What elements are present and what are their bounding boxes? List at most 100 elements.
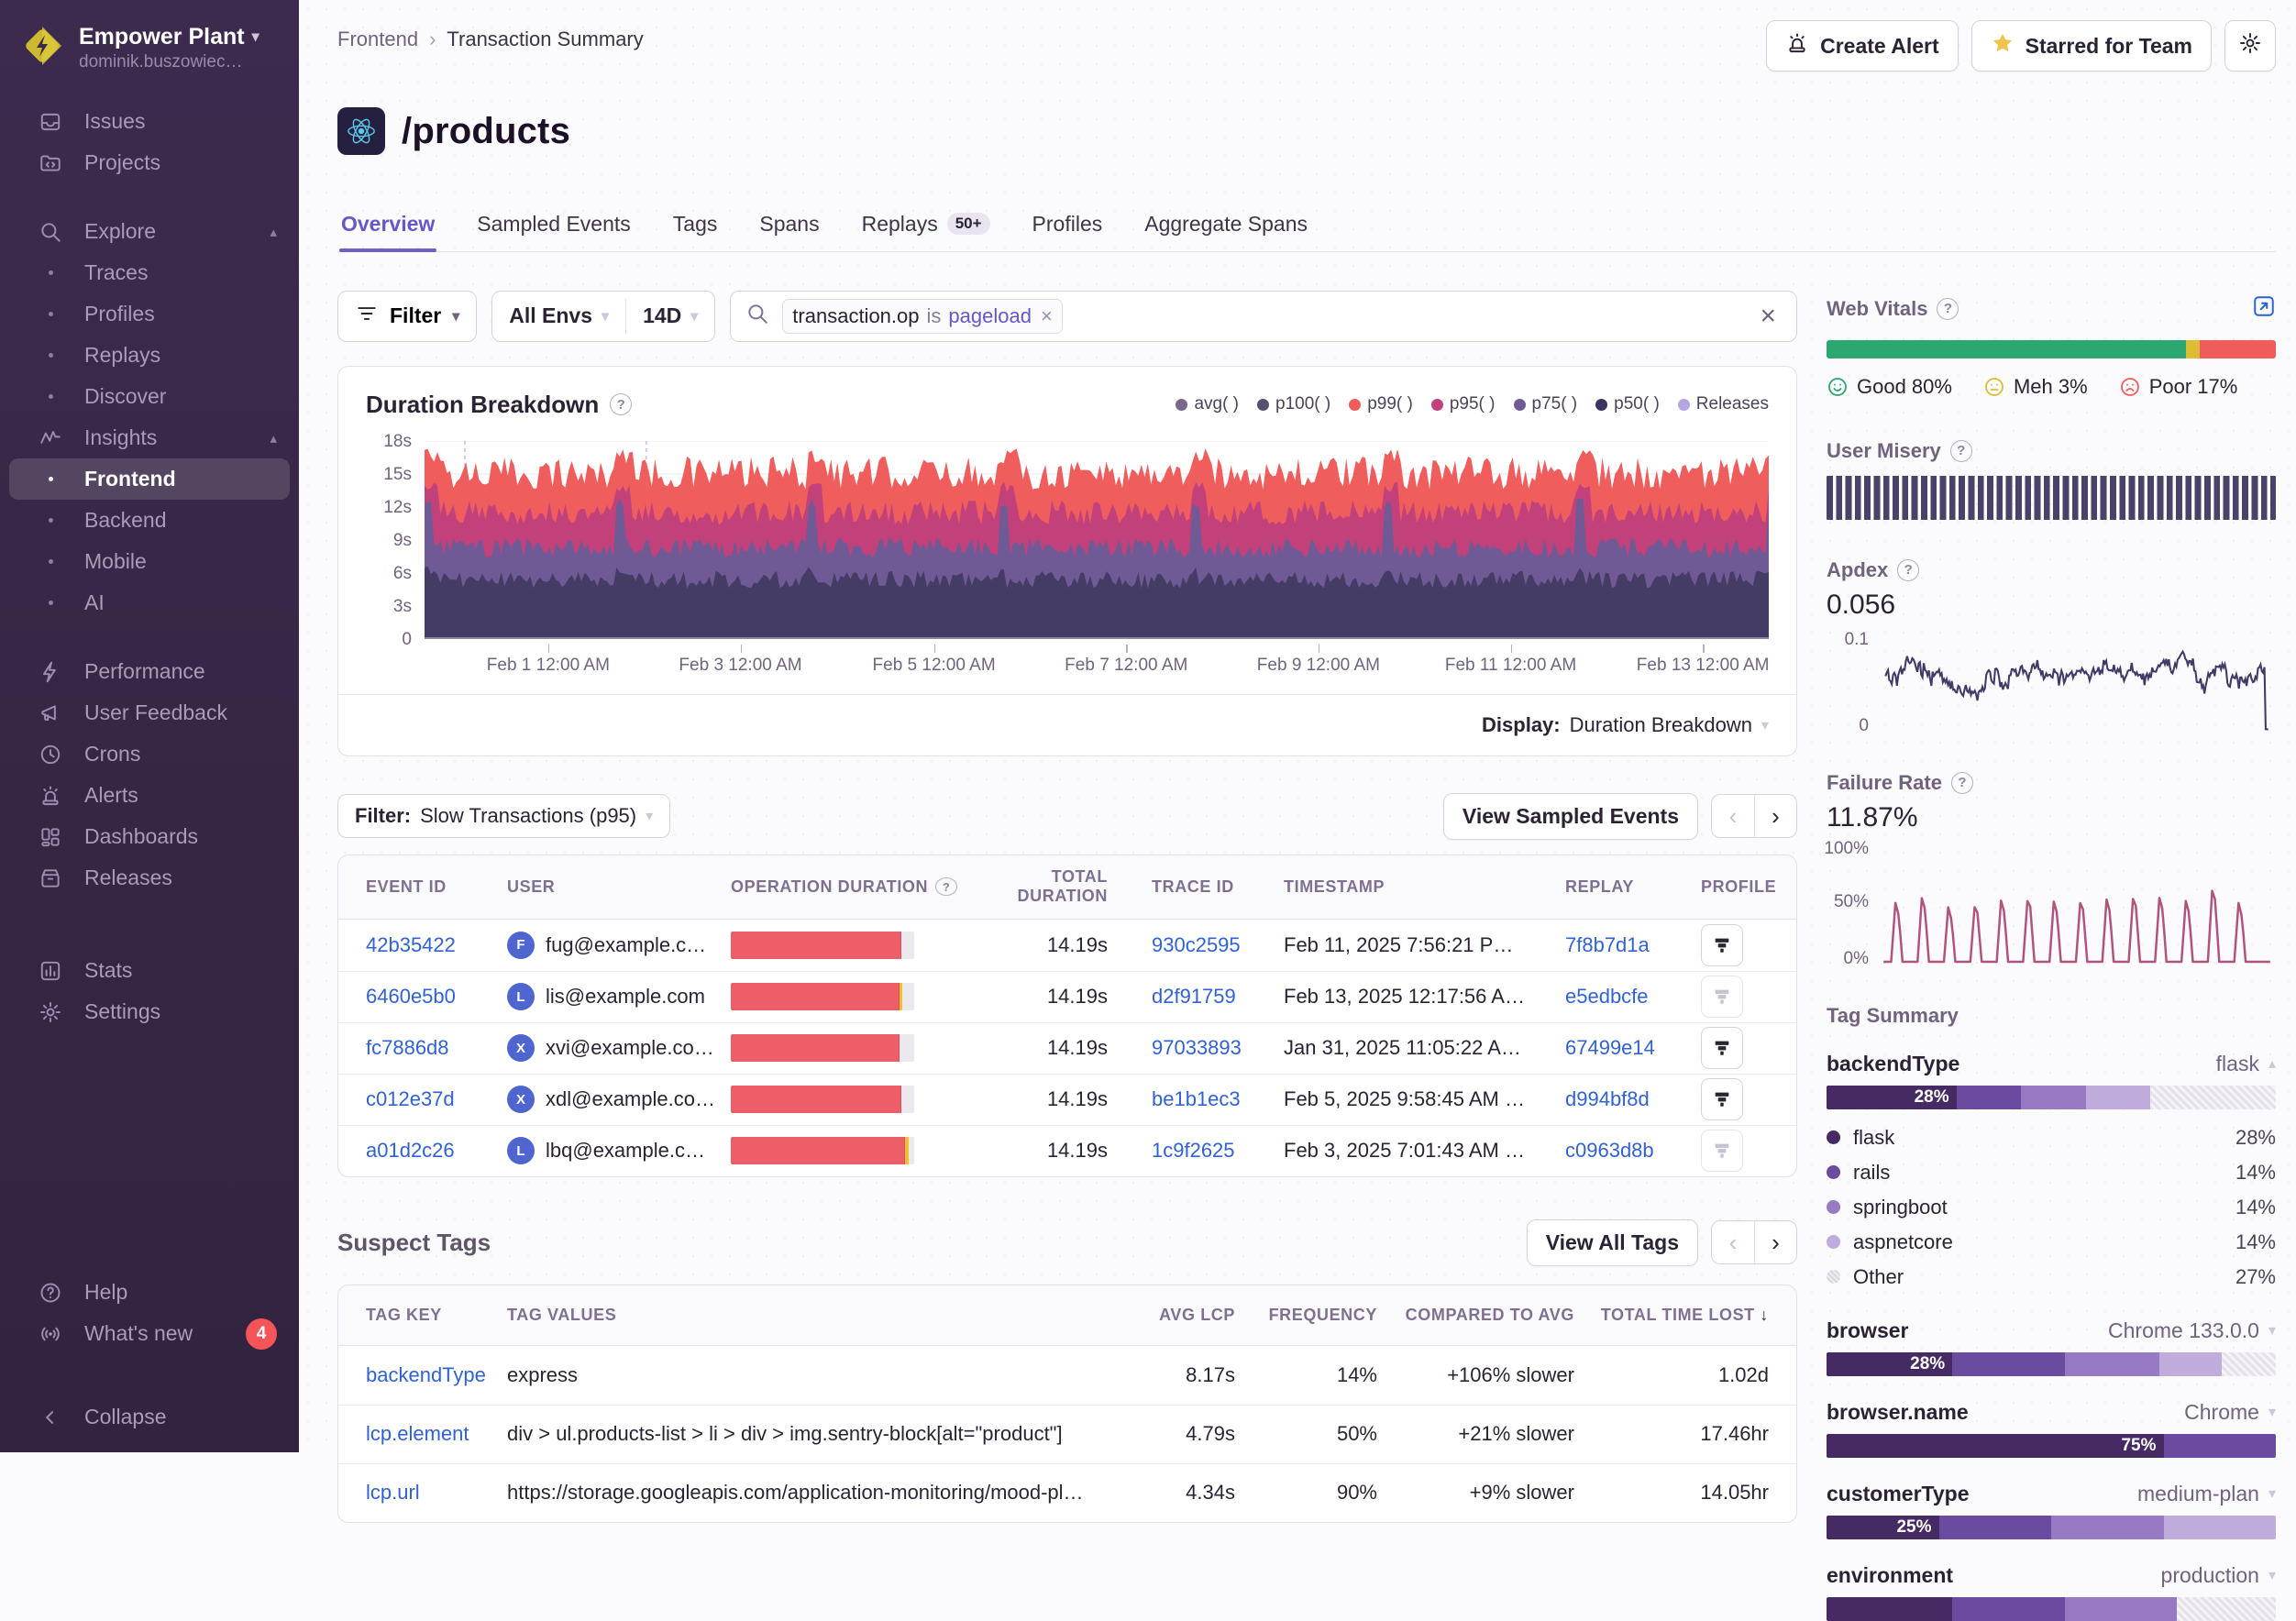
tab-tags[interactable]: Tags bbox=[671, 206, 720, 251]
tab-sampled-events[interactable]: Sampled Events bbox=[475, 206, 632, 251]
token-remove-icon[interactable]: × bbox=[1039, 304, 1053, 328]
event-id-link[interactable]: c012e37d bbox=[366, 1087, 455, 1110]
legend-item[interactable]: p75( ) bbox=[1514, 394, 1578, 414]
trace-id-link[interactable]: 1c9f2625 bbox=[1152, 1139, 1235, 1162]
sidebar-item-replays[interactable]: Replays bbox=[9, 335, 290, 376]
sidebar-item-stats[interactable]: Stats bbox=[9, 950, 290, 991]
replay-link[interactable]: 7f8b7d1a bbox=[1565, 933, 1650, 956]
replay-link[interactable]: 67499e14 bbox=[1565, 1036, 1655, 1059]
sidebar-item-ai[interactable]: AI bbox=[9, 582, 290, 623]
view-sampled-events-button[interactable]: View Sampled Events bbox=[1443, 793, 1698, 840]
sidebar-item-projects[interactable]: Projects bbox=[9, 142, 290, 183]
sidebar-item-performance[interactable]: Performance bbox=[9, 651, 290, 692]
create-alert-button[interactable]: Create Alert bbox=[1766, 20, 1959, 72]
starred-for-team-button[interactable]: Starred for Team bbox=[1971, 20, 2212, 72]
legend-item[interactable]: p99( ) bbox=[1349, 394, 1413, 414]
tab-overview[interactable]: Overview bbox=[339, 206, 436, 251]
replay-link[interactable]: e5edbcfe bbox=[1565, 985, 1649, 1008]
help-icon[interactable]: ? bbox=[1937, 298, 1959, 320]
profile-button[interactable] bbox=[1701, 924, 1743, 966]
search-token[interactable]: transaction.op is pageload × bbox=[782, 299, 1063, 334]
tag-key-link[interactable]: backendType bbox=[366, 1363, 486, 1386]
env-dropdown[interactable]: All Envs ▾ bbox=[492, 292, 625, 341]
tag-key-link[interactable]: lcp.element bbox=[366, 1422, 469, 1445]
tag-value-dropdown[interactable]: medium-plan▾ bbox=[2137, 1482, 2276, 1506]
legend-item[interactable]: p50( ) bbox=[1595, 394, 1660, 414]
segment-label: 25% bbox=[1896, 1517, 1931, 1538]
help-icon[interactable]: ? bbox=[1897, 559, 1919, 581]
profile-button[interactable] bbox=[1701, 976, 1743, 1018]
tag-value-dropdown[interactable]: Chrome▾ bbox=[2184, 1400, 2276, 1425]
help-icon[interactable]: ? bbox=[1950, 440, 1972, 462]
date-range-dropdown[interactable]: 14D ▾ bbox=[626, 292, 714, 341]
next-page-button[interactable]: › bbox=[1754, 795, 1796, 837]
legend-item[interactable]: avg( ) bbox=[1176, 394, 1239, 414]
bar-segment bbox=[2051, 1516, 2164, 1539]
search-input[interactable]: transaction.op is pageload × × bbox=[730, 291, 1797, 342]
sidebar-item-help[interactable]: Help bbox=[9, 1272, 290, 1313]
sidebar-item-user-feedback[interactable]: User Feedback bbox=[9, 692, 290, 733]
sidebar-item-traces[interactable]: Traces bbox=[9, 252, 290, 293]
tag-value-dropdown[interactable]: production▾ bbox=[2161, 1563, 2276, 1588]
sidebar-item-releases[interactable]: Releases bbox=[9, 857, 290, 899]
sidebar-item-profiles[interactable]: Profiles bbox=[9, 293, 290, 335]
sidebar-item-alerts[interactable]: Alerts bbox=[9, 775, 290, 816]
tab-aggregate-spans[interactable]: Aggregate Spans bbox=[1142, 206, 1309, 251]
prev-page-button[interactable]: ‹ bbox=[1712, 795, 1754, 837]
prev-page-button[interactable]: ‹ bbox=[1712, 1221, 1754, 1263]
col-total-time-lost[interactable]: TOTAL TIME LOST ↓ bbox=[1574, 1306, 1769, 1325]
next-page-button[interactable]: › bbox=[1754, 1221, 1796, 1263]
sidebar-item-mobile[interactable]: Mobile bbox=[9, 541, 290, 582]
sidebar-item-frontend[interactable]: Frontend bbox=[9, 458, 290, 500]
replays-count-badge: 50+ bbox=[947, 213, 990, 235]
replay-link[interactable]: c0963d8b bbox=[1565, 1139, 1654, 1162]
event-id-link[interactable]: 6460e5b0 bbox=[366, 985, 456, 1008]
profile-button[interactable] bbox=[1701, 1078, 1743, 1120]
sidebar-item-backend[interactable]: Backend bbox=[9, 500, 290, 541]
sidebar-item-crons[interactable]: Crons bbox=[9, 733, 290, 775]
sidebar-item-settings[interactable]: Settings bbox=[9, 991, 290, 1032]
sidebar-item-discover[interactable]: Discover bbox=[9, 376, 290, 417]
search-clear-icon[interactable]: × bbox=[1754, 301, 1782, 332]
x-tick-label: Feb 13 12:00 AM bbox=[1637, 656, 1770, 676]
avg-lcp: 4.79s bbox=[1088, 1422, 1235, 1446]
legend-item[interactable]: Releases bbox=[1678, 394, 1769, 414]
sidebar-item-explore[interactable]: Explore ▴ bbox=[9, 211, 290, 252]
tag-value-dropdown[interactable]: flask▴ bbox=[2216, 1052, 2276, 1076]
replay-link[interactable]: d994bf8d bbox=[1565, 1087, 1650, 1110]
legend-item[interactable]: p95( ) bbox=[1431, 394, 1496, 414]
open-in-new-icon[interactable] bbox=[2252, 294, 2276, 324]
sidebar-item-collapse[interactable]: Collapse bbox=[9, 1396, 290, 1438]
sidebar-item-insights[interactable]: Insights ▴ bbox=[9, 417, 290, 458]
profile-button[interactable] bbox=[1701, 1130, 1743, 1172]
trace-id-link[interactable]: d2f91759 bbox=[1152, 985, 1236, 1008]
tab-replays[interactable]: Replays50+ bbox=[860, 206, 992, 251]
help-icon[interactable]: ? bbox=[1951, 772, 1973, 794]
settings-button[interactable] bbox=[2224, 20, 2276, 72]
tab-profiles[interactable]: Profiles bbox=[1031, 206, 1105, 251]
sidebar-item-dashboards[interactable]: Dashboards bbox=[9, 816, 290, 857]
profile-button[interactable] bbox=[1701, 1027, 1743, 1069]
display-dropdown[interactable]: Duration Breakdown ▾ bbox=[1570, 713, 1769, 737]
sidebar-item-issues[interactable]: Issues bbox=[9, 101, 290, 142]
filter-dropdown[interactable]: Filter ▾ bbox=[337, 291, 477, 342]
view-all-tags-button[interactable]: View All Tags bbox=[1527, 1219, 1698, 1266]
event-id-link[interactable]: 42b35422 bbox=[366, 933, 456, 956]
events-table-header: EVENT ID USER OPERATION DURATION? TOTAL … bbox=[338, 855, 1796, 920]
trace-id-link[interactable]: 930c2595 bbox=[1152, 933, 1241, 956]
help-icon[interactable]: ? bbox=[935, 877, 957, 896]
tab-spans[interactable]: Spans bbox=[757, 206, 821, 251]
event-id-link[interactable]: fc7886d8 bbox=[366, 1036, 449, 1059]
legend-item[interactable]: p100( ) bbox=[1257, 394, 1330, 414]
sidebar-item-what-s-new[interactable]: What's new 4 bbox=[9, 1313, 290, 1354]
org-switcher[interactable]: Empower Plant ▾ dominik.buszowiec… bbox=[0, 0, 299, 92]
trace-id-link[interactable]: 97033893 bbox=[1152, 1036, 1242, 1059]
breadcrumb-project[interactable]: Frontend bbox=[337, 28, 418, 51]
tag-value-dropdown[interactable]: Chrome 133.0.0▾ bbox=[2108, 1318, 2276, 1343]
event-id-link[interactable]: a01d2c26 bbox=[366, 1139, 455, 1162]
bar-segment: 28% bbox=[1827, 1352, 1952, 1376]
help-icon[interactable]: ? bbox=[610, 393, 632, 415]
transactions-filter-dropdown[interactable]: Filter: Slow Transactions (p95) ▾ bbox=[337, 794, 670, 838]
trace-id-link[interactable]: be1b1ec3 bbox=[1152, 1087, 1241, 1110]
tag-key-link[interactable]: lcp.url bbox=[366, 1481, 420, 1504]
